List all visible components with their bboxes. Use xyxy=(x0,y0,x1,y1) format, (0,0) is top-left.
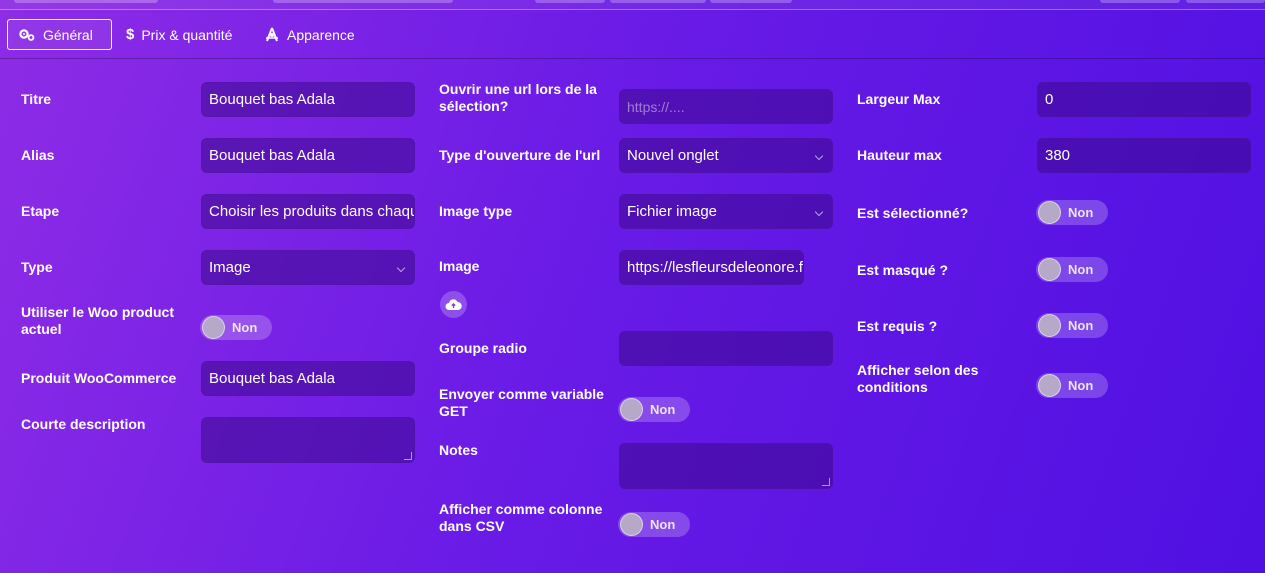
top-button[interactable] xyxy=(1186,0,1265,3)
masque-toggle[interactable]: Non xyxy=(1036,257,1108,282)
url-type-label: Type d'ouverture de l'url xyxy=(439,147,601,163)
etape-label: Etape xyxy=(21,203,60,219)
toggle-knob xyxy=(1038,258,1061,281)
toggle-state: Non xyxy=(1068,205,1094,220)
tab-label: Prix & quantité xyxy=(141,26,233,43)
produit-input[interactable]: Bouquet bas Adala xyxy=(201,361,415,396)
tab-apparence[interactable]: Apparence xyxy=(254,19,365,50)
url-type-select[interactable]: Nouvel onglet xyxy=(619,138,833,173)
notes-label: Notes xyxy=(439,442,478,458)
titre-label: Titre xyxy=(21,91,52,107)
tab-prix-quantite[interactable]: $ Prix & quantité xyxy=(116,19,242,50)
csv-label: Afficher comme colonne dans CSV xyxy=(439,501,603,534)
top-tab-strip xyxy=(0,0,1265,10)
toggle-knob xyxy=(620,398,643,421)
toggle-state: Non xyxy=(1068,318,1094,333)
toggle-state: Non xyxy=(650,517,676,532)
image-type-label: Image type xyxy=(439,203,513,219)
toggle-state: Non xyxy=(650,402,676,417)
woo-actuel-toggle[interactable]: Non xyxy=(200,315,272,340)
etape-input[interactable]: Choisir les produits dans chaqu xyxy=(201,194,415,229)
toggle-knob xyxy=(1038,374,1061,397)
toggle-state: Non xyxy=(232,320,258,335)
groupe-radio-input[interactable] xyxy=(619,331,833,366)
selectionne-label: Est sélectionné? xyxy=(857,205,969,221)
top-tab[interactable] xyxy=(610,0,706,3)
toggle-knob xyxy=(1038,314,1061,337)
titre-input[interactable]: Bouquet bas Adala xyxy=(201,82,415,117)
top-tab[interactable] xyxy=(710,0,792,3)
type-select[interactable]: Image xyxy=(201,250,415,285)
conditions-toggle[interactable]: Non xyxy=(1036,373,1108,398)
alias-label: Alias xyxy=(21,147,55,163)
section-tabs: Général $ Prix & quantité Apparence xyxy=(0,11,1265,59)
toggle-knob xyxy=(620,513,643,536)
requis-label: Est requis ? xyxy=(857,318,938,334)
tab-label: Apparence xyxy=(287,26,355,43)
hauteur-label: Hauteur max xyxy=(857,147,942,163)
alias-input[interactable]: Bouquet bas Adala xyxy=(201,138,415,173)
top-button[interactable] xyxy=(1100,0,1180,3)
largeur-label: Largeur Max xyxy=(857,91,941,107)
url-label: Ouvrir une url lors de la sélection? xyxy=(439,81,597,114)
tab-label: Général xyxy=(43,26,93,43)
woo-actuel-label: Utiliser le Woo product actuel xyxy=(21,304,174,337)
cloud-upload-icon[interactable] xyxy=(440,291,467,318)
image-type-select[interactable]: Fichier image xyxy=(619,194,833,229)
palette-icon xyxy=(264,27,280,43)
top-tab[interactable] xyxy=(273,0,453,3)
groupe-radio-label: Groupe radio xyxy=(439,340,527,356)
get-var-label: Envoyer comme variable GET xyxy=(439,386,604,419)
hauteur-input[interactable]: 380 xyxy=(1037,138,1251,173)
toggle-state: Non xyxy=(1068,262,1094,277)
masque-label: Est masqué ? xyxy=(857,262,949,278)
get-var-toggle[interactable]: Non xyxy=(618,397,690,422)
notes-textarea[interactable] xyxy=(619,443,833,489)
toggle-knob xyxy=(202,316,225,339)
type-label: Type xyxy=(21,259,53,275)
description-textarea[interactable] xyxy=(201,417,415,463)
csv-toggle[interactable]: Non xyxy=(618,512,690,537)
description-label: Courte description xyxy=(21,416,146,432)
gears-icon xyxy=(18,28,36,42)
url-input[interactable]: https://.... xyxy=(619,89,833,124)
top-tab[interactable] xyxy=(535,0,605,3)
image-label: Image xyxy=(439,258,480,274)
produit-label: Produit WooCommerce xyxy=(21,370,177,386)
requis-toggle[interactable]: Non xyxy=(1036,313,1108,338)
conditions-label: Afficher selon des conditions xyxy=(857,362,979,395)
selectionne-toggle[interactable]: Non xyxy=(1036,200,1108,225)
largeur-input[interactable]: 0 xyxy=(1037,82,1251,117)
top-tab[interactable] xyxy=(14,0,158,3)
toggle-state: Non xyxy=(1068,378,1094,393)
toggle-knob xyxy=(1038,201,1061,224)
tab-general[interactable]: Général xyxy=(7,19,112,50)
dollar-icon: $ xyxy=(126,26,135,43)
image-url-input[interactable]: https://lesfleursdeleonore.f xyxy=(619,250,804,285)
